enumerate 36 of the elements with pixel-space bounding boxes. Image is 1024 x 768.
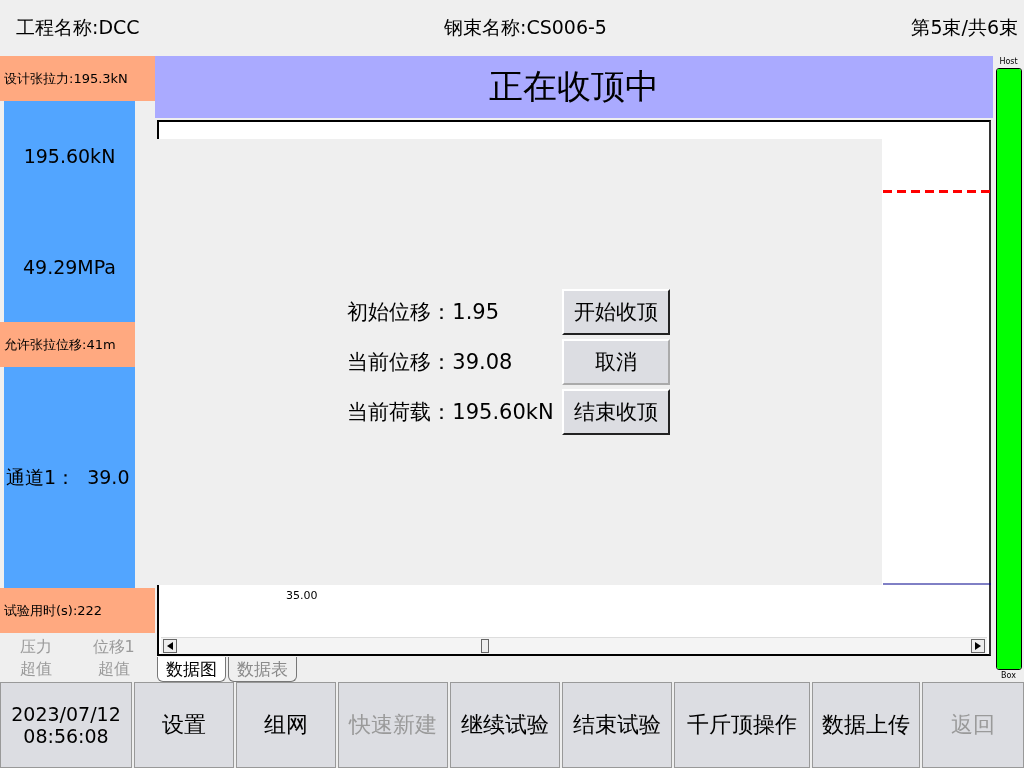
toolbar-button[interactable]: 千斤顶操作 — [674, 682, 810, 768]
alarm-text: 压力 — [20, 635, 53, 658]
horizontal-scrollbar[interactable] — [161, 637, 987, 654]
toolbar-button[interactable]: 数据上传 — [812, 682, 920, 768]
axis-tick-label: 35.00 — [286, 589, 318, 602]
stress-value: 49.29MPa — [22, 255, 116, 278]
time-text: 08:56:08 — [23, 725, 109, 747]
dialog-button[interactable]: 结束收顶 — [561, 389, 670, 435]
meter-top-label: Host — [999, 56, 1018, 68]
dialog-label: 当前位移：39.08 — [347, 349, 514, 376]
scroll-left-icon[interactable] — [167, 642, 173, 650]
toolbar-button[interactable]: 继续试验 — [450, 682, 560, 768]
alarm-text: 超值 — [97, 657, 130, 680]
alarm-text: 超值 — [20, 657, 53, 680]
date-text: 2023/07/12 — [11, 703, 121, 725]
toolbar-button[interactable]: 设置 — [134, 682, 234, 768]
design-force-label: 设计张拉力:195.3kN — [0, 56, 155, 101]
elapsed-time-label: 试验用时(s):222 — [0, 588, 155, 633]
status-title: 正在收顶中 — [155, 56, 993, 118]
toolbar-button[interactable]: 组网 — [236, 682, 336, 768]
scroll-thumb[interactable] — [481, 639, 489, 653]
toolbar-button[interactable]: 结束试验 — [562, 682, 672, 768]
dialog-label: 初始位移：1.95 — [347, 299, 501, 326]
dialog-button[interactable]: 开始收顶 — [561, 289, 670, 335]
meter-bottom-label: Box — [1001, 670, 1016, 682]
allowed-displacement-label: 允许张拉位移:41m — [0, 322, 135, 367]
tab[interactable]: 数据图 — [157, 657, 226, 682]
alarm-text: 位移1 — [92, 635, 135, 658]
channel-value: 通道1： 39.0 — [5, 464, 130, 490]
strand-count: 第5束/共6束 — [911, 15, 1018, 40]
strand-name: 钢束名称:CS006-5 — [444, 15, 607, 40]
scroll-right-icon[interactable] — [975, 642, 981, 650]
force-value: 195.60kN — [23, 145, 116, 168]
dialog-label: 当前荷载：195.60kN — [347, 399, 554, 426]
dialog-button[interactable]: 取消 — [561, 339, 670, 385]
project-name: 工程名称:DCC — [16, 15, 140, 40]
